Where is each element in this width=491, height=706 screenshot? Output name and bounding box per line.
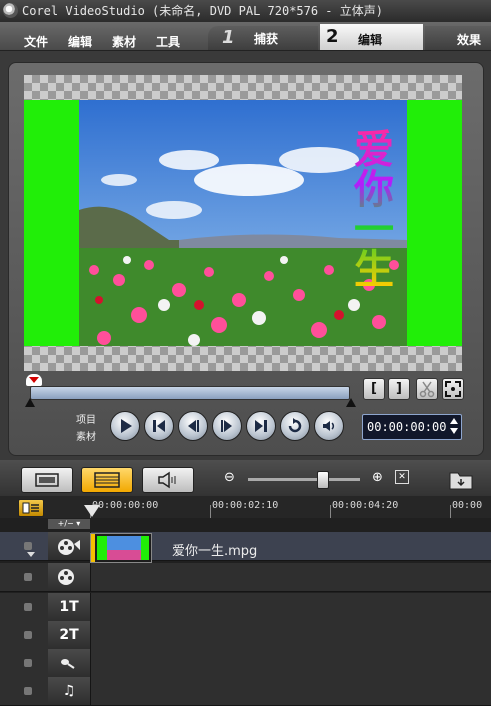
- track-manager-icon: [22, 502, 39, 514]
- menu-clip[interactable]: 素材: [112, 33, 136, 50]
- mark-in-button[interactable]: [: [363, 378, 385, 400]
- previous-frame-button[interactable]: [178, 411, 208, 441]
- ruler-tick-label: 00:00: [452, 500, 483, 511]
- tab-edit-number: 2: [326, 26, 339, 47]
- tab-effects-label: 效果: [457, 33, 482, 47]
- fullscreen-icon: [445, 381, 461, 397]
- clip-name: 爱你一生.mpg: [172, 544, 258, 559]
- step-back-icon: [188, 420, 199, 432]
- lock-icon[interactable]: [24, 542, 32, 550]
- video-clip[interactable]: [90, 533, 152, 563]
- preview-green-bar-left: [24, 100, 79, 346]
- home-button[interactable]: [144, 411, 174, 441]
- repeat-button[interactable]: [280, 411, 310, 441]
- title-track-2-header[interactable]: 2T: [48, 621, 91, 649]
- ruler-tick: [450, 505, 451, 518]
- playhead-marker[interactable]: [26, 374, 42, 386]
- fit-icon: ✕: [398, 472, 406, 482]
- timeline-icon: [94, 472, 120, 488]
- music-track-header[interactable]: ♫: [48, 677, 91, 705]
- enlarge-preview-button[interactable]: [442, 378, 464, 400]
- storyboard-view-button[interactable]: [21, 467, 73, 493]
- timeline-playhead[interactable]: [84, 505, 100, 517]
- window-title: Corel VideoStudio (未命名, DVD PAL 720*576 …: [22, 4, 383, 18]
- tab-capture-number: 1: [222, 27, 235, 48]
- skip-to-end-icon: [255, 420, 267, 432]
- lock-icon[interactable]: [24, 631, 32, 639]
- lock-icon[interactable]: [24, 659, 32, 667]
- title-track-1-header[interactable]: 1T: [48, 593, 91, 621]
- preview-green-bar-right: [407, 100, 462, 346]
- ruler-tick-label: 00:00:04:20: [332, 500, 399, 511]
- lock-icon[interactable]: [24, 573, 32, 581]
- microphone-icon: [61, 659, 75, 669]
- play-icon: [121, 419, 132, 433]
- film-reel-icon: [58, 539, 80, 555]
- timecode-spinner[interactable]: [448, 415, 460, 437]
- ruler-tick: [210, 505, 211, 518]
- fit-project-button[interactable]: ✕: [395, 470, 409, 484]
- overlay-title-text: 爱你一生: [347, 128, 394, 288]
- app-logo-icon: [3, 3, 18, 18]
- mode-clip-label[interactable]: 素材: [76, 428, 96, 443]
- step-forward-icon: [221, 420, 232, 432]
- menu-edit[interactable]: 编辑: [68, 33, 92, 50]
- audio-view-button[interactable]: [142, 467, 194, 493]
- preview-overlay-title: 爱你一生: [346, 128, 394, 288]
- voice-track-header[interactable]: [48, 649, 91, 677]
- storyboard-icon: [35, 473, 59, 487]
- title-bar: Corel VideoStudio (未命名, DVD PAL 720*576 …: [0, 0, 491, 22]
- scissors-icon: [419, 381, 435, 398]
- speaker-icon: [158, 471, 176, 489]
- timecode-field[interactable]: 00:00:00:00: [362, 414, 462, 440]
- skip-to-start-icon: [153, 420, 165, 432]
- volume-button[interactable]: [314, 411, 344, 441]
- video-track-header[interactable]: [48, 532, 91, 560]
- zoom-slider-thumb[interactable]: [317, 471, 329, 489]
- trim-handle-right[interactable]: [346, 398, 356, 407]
- track-manager-button[interactable]: [18, 499, 44, 517]
- ruler-tick: [330, 505, 331, 518]
- tab-edit-label: 编辑: [358, 33, 383, 47]
- scrub-bar[interactable]: [30, 386, 350, 400]
- timeline-view-button[interactable]: [81, 467, 133, 493]
- clip-thumbnail: [91, 534, 149, 562]
- menu-file[interactable]: 文件: [24, 33, 48, 50]
- ruler-tick-label: 00:00:02:10: [212, 500, 279, 511]
- trim-handle-left[interactable]: [25, 398, 35, 407]
- tab-capture-label: 捕获: [254, 32, 279, 46]
- overlay-reel-icon: [58, 569, 74, 585]
- add-track-dropdown[interactable]: +/− ▾: [48, 519, 90, 529]
- repeat-icon: [288, 418, 302, 433]
- overlay-track-header[interactable]: [48, 563, 91, 591]
- end-button[interactable]: [246, 411, 276, 441]
- next-frame-button[interactable]: [212, 411, 242, 441]
- lock-icon[interactable]: [24, 687, 32, 695]
- play-button[interactable]: [110, 411, 140, 441]
- video-track-expand-icon[interactable]: [27, 552, 35, 557]
- menu-tools[interactable]: 工具: [156, 33, 180, 50]
- mode-project-label[interactable]: 项目: [76, 411, 96, 426]
- ruler-tick-label: 00:00:00:00: [92, 500, 159, 511]
- folder-icon: [449, 472, 473, 490]
- zoom-in-icon[interactable]: ⊕: [372, 470, 383, 485]
- spinner-arrows-icon: [450, 418, 458, 434]
- speaker-icon: [323, 421, 335, 431]
- timeline-toolbar: [0, 460, 491, 496]
- import-folder-button[interactable]: [444, 467, 478, 493]
- zoom-slider-track[interactable]: [248, 478, 360, 481]
- mark-out-button[interactable]: ]: [388, 378, 410, 400]
- zoom-out-icon[interactable]: ⊖: [224, 470, 235, 485]
- cut-clip-button[interactable]: [416, 378, 438, 400]
- lock-icon[interactable]: [24, 603, 32, 611]
